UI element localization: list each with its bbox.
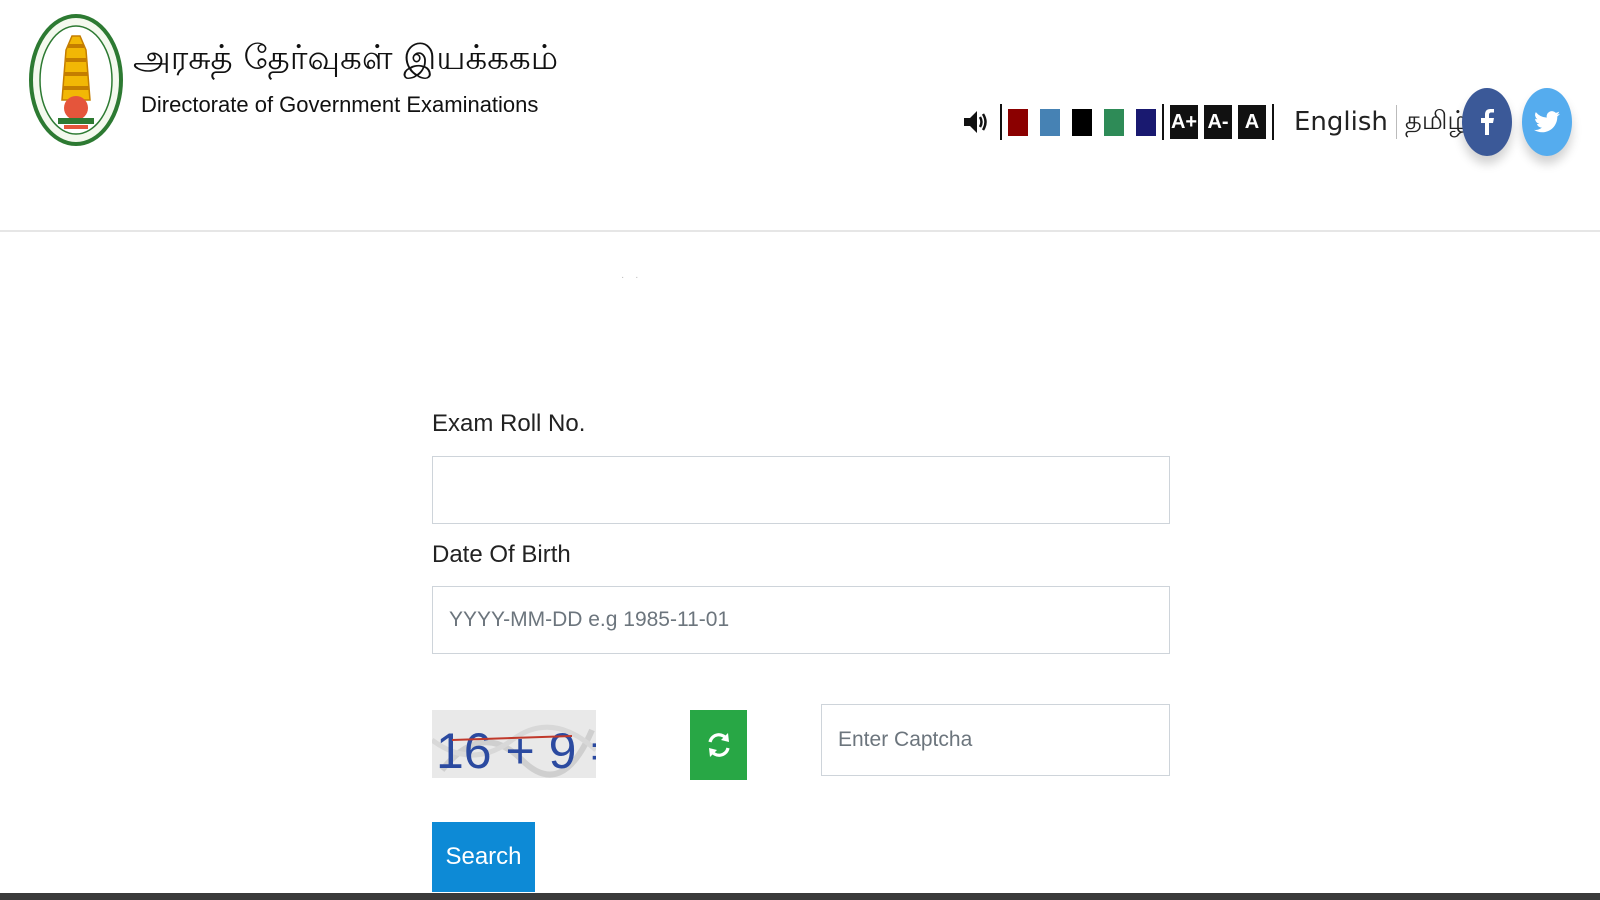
captcha-text: 16 + 9 = — [436, 723, 596, 778]
theme-navy-swatch[interactable] — [1136, 108, 1156, 136]
captcha-image: 16 + 9 = — [432, 710, 596, 778]
language-separator — [1395, 105, 1397, 139]
font-decrease-button[interactable]: A- — [1204, 105, 1232, 139]
facebook-icon — [1481, 109, 1494, 135]
theme-green-swatch[interactable] — [1104, 108, 1124, 136]
dob-label: Date Of Birth — [432, 541, 571, 568]
accessibility-toolbar: A+ A- A English தமிழ் — [962, 100, 1468, 144]
font-reset-button[interactable]: A — [1238, 105, 1266, 139]
refresh-captcha-button[interactable] — [690, 710, 747, 780]
exam-roll-input[interactable] — [432, 456, 1170, 524]
footer-bar — [0, 893, 1600, 900]
dob-input[interactable] — [432, 586, 1170, 654]
twitter-button[interactable] — [1522, 88, 1572, 156]
language-tamil-link[interactable]: தமிழ் — [1405, 106, 1468, 139]
exam-roll-label: Exam Roll No. — [432, 410, 586, 437]
captcha-input[interactable] — [821, 704, 1170, 776]
font-increase-button[interactable]: A+ — [1170, 105, 1198, 139]
speaker-icon[interactable] — [962, 107, 990, 137]
facebook-button[interactable] — [1462, 88, 1512, 156]
theme-red-swatch[interactable] — [1008, 108, 1028, 136]
toolbar-separator — [1162, 104, 1164, 140]
site-title-tamil: அரசுத் தேர்வுகள் இயக்ககம் — [133, 38, 559, 78]
search-button[interactable]: Search — [432, 822, 535, 892]
refresh-icon — [707, 733, 730, 757]
theme-black-swatch[interactable] — [1072, 108, 1092, 136]
theme-steelblue-swatch[interactable] — [1040, 108, 1060, 136]
toolbar-separator — [1272, 104, 1274, 140]
language-english-link[interactable]: English — [1294, 107, 1388, 137]
tamil-nadu-emblem-icon — [29, 14, 123, 146]
toolbar-separator — [1000, 104, 1002, 140]
twitter-icon — [1534, 111, 1560, 133]
captcha-graphic: 16 + 9 = — [432, 723, 596, 778]
site-title-english: Directorate of Government Examinations — [141, 92, 539, 117]
site-header: அரசுத் தேர்வுகள் இயக்ககம் Directorate of… — [0, 0, 1600, 232]
decorative-dots: · · — [621, 272, 643, 283]
